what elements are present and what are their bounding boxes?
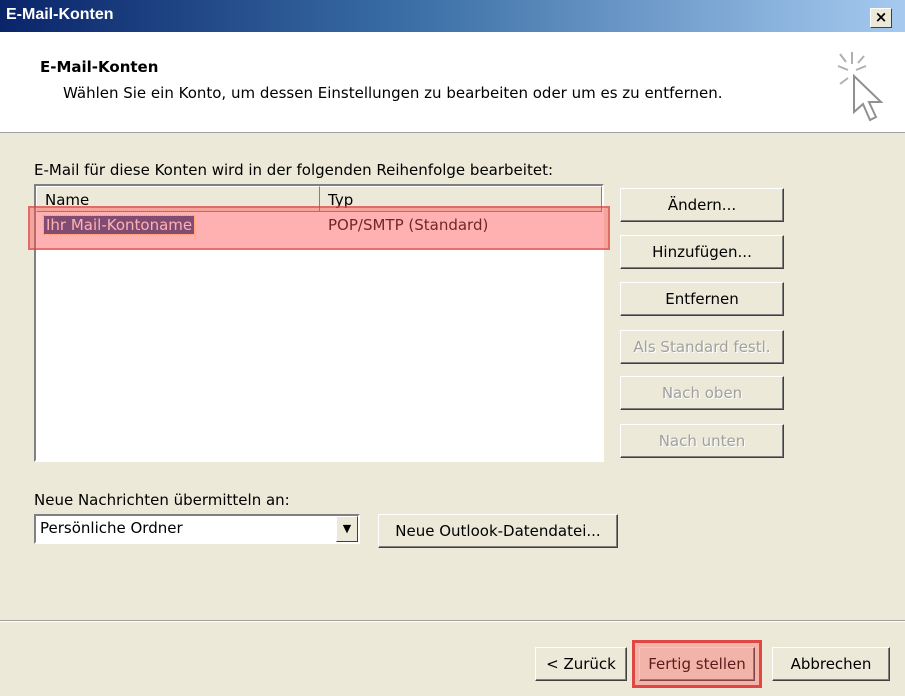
move-down-button[interactable]: Nach unten <box>620 424 784 458</box>
add-button[interactable]: Hinzufügen... <box>620 235 784 269</box>
change-button[interactable]: Ändern... <box>620 188 784 222</box>
wand-cursor-icon <box>837 52 884 122</box>
dropdown-arrow-icon[interactable]: ▼ <box>336 516 358 542</box>
delivery-label: Neue Nachrichten übermitteln an: <box>34 491 290 509</box>
remove-button[interactable]: Entfernen <box>620 282 784 316</box>
header-title: E-Mail-Konten <box>40 58 159 76</box>
close-button[interactable]: × <box>870 8 892 28</box>
new-datafile-button[interactable]: Neue Outlook-Datendatei... <box>378 514 618 548</box>
selected-row-highlight <box>28 206 610 250</box>
set-default-button[interactable]: Als Standard festl. <box>620 330 784 364</box>
header-subtitle: Wählen Sie ein Konto, um dessen Einstell… <box>63 84 723 102</box>
email-accounts-dialog: E-Mail-Konten × E-Mail-Konten Wählen Sie… <box>0 0 905 696</box>
delivery-folder-value: Persönliche Ordner <box>40 519 183 537</box>
back-button[interactable]: < Zurück <box>535 647 627 681</box>
cancel-button[interactable]: Abbrechen <box>772 647 890 681</box>
window-title: E-Mail-Konten <box>6 6 114 23</box>
accounts-caption: E-Mail für diese Konten wird in der folg… <box>34 161 554 179</box>
title-bar: E-Mail-Konten × <box>0 0 905 32</box>
delivery-folder-select[interactable]: Persönliche Ordner ▼ <box>34 514 360 544</box>
finish-button-highlight <box>632 640 762 688</box>
footer-divider <box>0 620 905 622</box>
close-icon: × <box>874 8 888 26</box>
move-up-button[interactable]: Nach oben <box>620 376 784 410</box>
dialog-header: E-Mail-Konten Wählen Sie ein Konto, um d… <box>0 32 905 133</box>
